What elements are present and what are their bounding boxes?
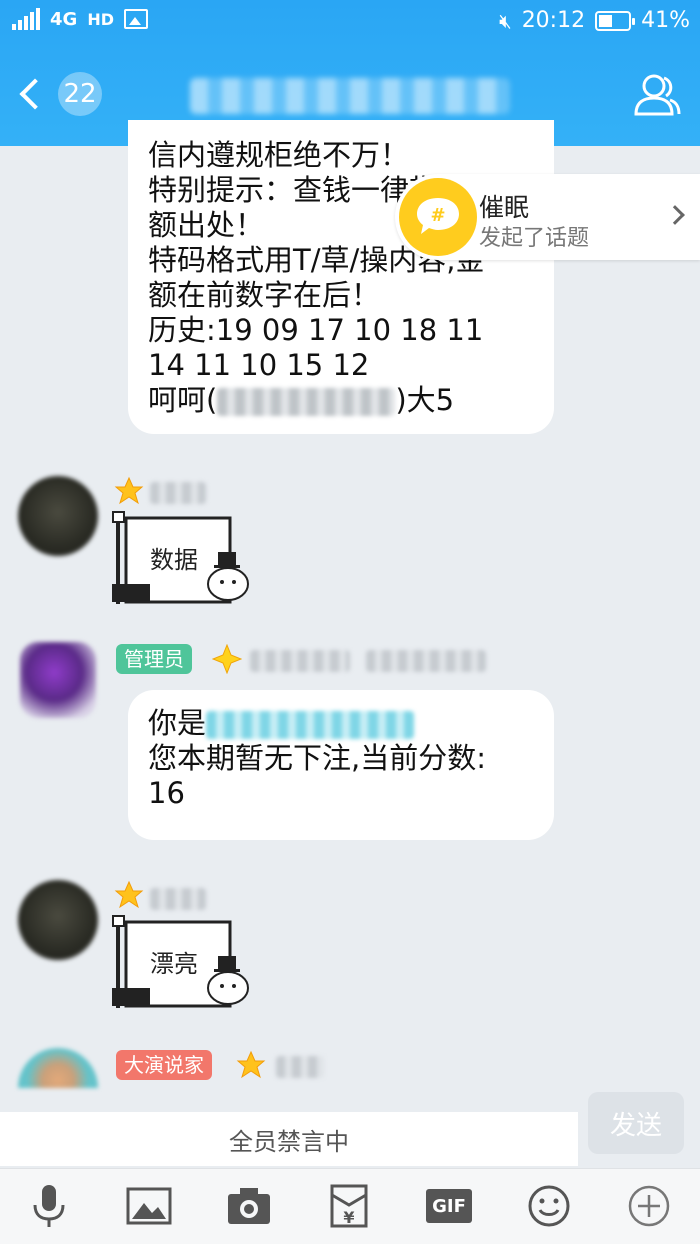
message-line: 16 [148, 776, 534, 811]
red-packet-icon: ¥ [329, 1183, 369, 1229]
plus-circle-icon [627, 1184, 671, 1228]
topic-title: 催眠 [479, 188, 529, 224]
message-text-part: 呵呵( [148, 383, 217, 417]
chat-title-blurred [190, 78, 510, 114]
message-line: 历史:19 09 17 10 18 11 [148, 313, 534, 348]
message-bubble-1[interactable]: 信内遵规柜绝不万！ 特别提示：查钱一律带上金 额出处！ 特码格式用T/草/操内容… [128, 120, 554, 434]
svg-text:¥: ¥ [343, 1208, 354, 1227]
admin-tag: 管理员 [116, 644, 192, 674]
message-line: 您本期暂无下注,当前分数: [148, 741, 534, 776]
message-line: 14 11 10 15 12 [148, 348, 534, 383]
sender-title-blurred [366, 650, 486, 672]
photo-button[interactable] [124, 1181, 174, 1231]
message-line: 信内遵规柜绝不万！ [148, 138, 534, 173]
avatar[interactable] [18, 1048, 98, 1088]
more-button[interactable] [624, 1181, 674, 1231]
redacted-number [217, 388, 395, 416]
message-line: 你是 [148, 706, 534, 741]
battery-level: 41% [641, 8, 690, 33]
status-bar: 4G HD 🔇︎ 20:12 41% [0, 0, 700, 46]
avatar[interactable] [18, 476, 98, 556]
battery-icon [595, 11, 631, 31]
camera-icon [226, 1186, 272, 1226]
avatar[interactable] [20, 642, 96, 718]
emoji-button[interactable] [524, 1181, 574, 1231]
image-icon [126, 1187, 172, 1225]
message-text-part: 你是 [148, 706, 206, 740]
back-button[interactable]: 22 [16, 72, 102, 116]
muted-input-bar: 全员禁言中 [0, 1112, 578, 1166]
network-type: 4G [50, 9, 77, 30]
avatar[interactable] [18, 880, 98, 960]
unread-count-badge: 22 [58, 72, 102, 116]
smiley-icon [527, 1184, 571, 1228]
sticker-caption: 漂亮 [150, 950, 198, 978]
svg-text:#: # [430, 205, 445, 226]
image-notification-icon [124, 9, 148, 29]
sticker-image[interactable]: 数据 [110, 510, 250, 606]
gif-button[interactable]: GIF [424, 1181, 474, 1231]
redacted-mention [206, 711, 414, 739]
sender-name-blurred [250, 650, 350, 672]
hd-indicator: HD [87, 10, 114, 29]
signal-icon [12, 8, 40, 30]
speaker-tag: 大演说家 [116, 1050, 212, 1080]
message-line: 呵呵( )大5 [148, 383, 534, 418]
topic-popup[interactable]: # 催眠 发起了话题 [395, 174, 700, 260]
gif-icon: GIF [426, 1189, 472, 1223]
send-button[interactable]: 发送 [588, 1092, 684, 1154]
group-members-icon[interactable] [632, 72, 682, 118]
topic-subtitle: 发起了话题 [479, 220, 589, 252]
chevron-left-icon [19, 78, 50, 109]
microphone-icon [31, 1183, 67, 1229]
message-bubble-2[interactable]: 你是 您本期暂无下注,当前分数: 16 [128, 690, 554, 840]
sticker-caption: 数据 [150, 546, 198, 574]
input-toolbar: ¥ GIF [0, 1168, 700, 1244]
camera-button[interactable] [224, 1181, 274, 1231]
message-text-part: )大5 [395, 383, 454, 417]
sticker-image[interactable]: 漂亮 [110, 914, 250, 1010]
sender-name-blurred [276, 1056, 324, 1078]
message-line: 额在前数字在后！ [148, 278, 534, 313]
admin-diamond-icon [212, 644, 242, 674]
message-text: 你是 您本期暂无下注,当前分数: 16 [148, 706, 534, 811]
star-rank-icon [114, 880, 144, 910]
clock: 20:12 [522, 8, 585, 33]
chevron-right-icon [665, 205, 685, 225]
voice-button[interactable] [24, 1181, 74, 1231]
topic-hashtag-icon: # [399, 178, 477, 256]
mute-icon: 🔇︎ [499, 9, 512, 33]
star-rank-icon [114, 476, 144, 506]
star-rank-icon [236, 1050, 266, 1080]
sender-name-blurred [150, 482, 206, 504]
red-packet-button[interactable]: ¥ [324, 1181, 374, 1231]
sender-name-blurred [150, 888, 206, 910]
